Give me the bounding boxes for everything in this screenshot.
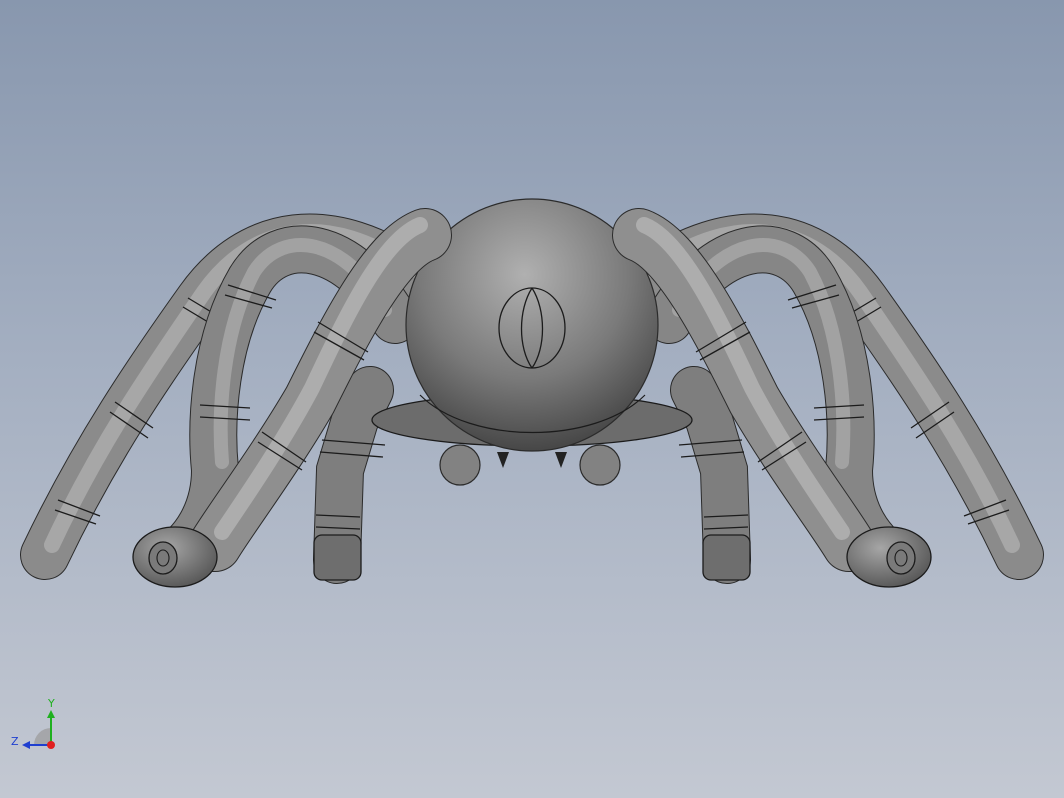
axis-y-label: Y xyxy=(48,697,55,710)
spider-model[interactable] xyxy=(0,0,1064,798)
foot-right[interactable] xyxy=(846,526,932,588)
graphics-viewport[interactable]: Y Z xyxy=(0,0,1064,798)
foot-left[interactable] xyxy=(132,526,218,588)
reference-triad: Y Z xyxy=(8,698,68,758)
axis-z-label: Z xyxy=(11,735,19,748)
triad-axes-icon xyxy=(22,710,55,749)
